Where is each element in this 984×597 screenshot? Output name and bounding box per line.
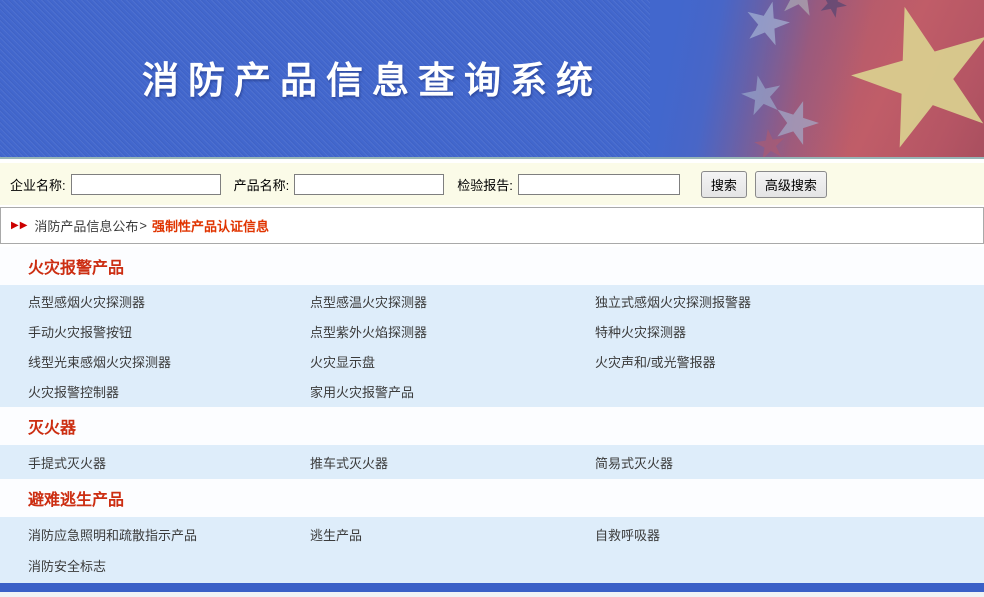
product-link[interactable]: 逃生产品 (310, 525, 362, 544)
product-link-row: 手提式灭火器 推车式灭火器 简易式灭火器 (0, 447, 984, 477)
inspection-report-field-group: 检验报告: (457, 174, 680, 195)
breadcrumb-root-link[interactable]: 消防产品信息公布 (34, 216, 138, 235)
breadcrumb: ▶▶ 消防产品信息公布 > 强制性产品认证信息 (0, 207, 984, 244)
product-link[interactable]: 点型紫外火焰探测器 (310, 322, 427, 341)
product-link[interactable]: 线型光束感烟火灾探测器 (28, 352, 171, 371)
product-name-field-group: 产品名称: (234, 174, 445, 195)
page-banner: 消防产品信息查询系统 (0, 0, 984, 157)
product-link-row: 手动火灾报警按钮 点型紫外火焰探测器 特种火灾探测器 (0, 316, 984, 346)
product-link[interactable]: 特种火灾探测器 (595, 322, 686, 341)
inspection-report-label: 检验报告: (457, 175, 513, 194)
breadcrumb-arrows-icon: ▶▶ (11, 220, 28, 231)
footer-bar (0, 583, 984, 592)
product-link[interactable]: 家用火灾报警产品 (310, 382, 414, 401)
product-link[interactable]: 点型感烟火灾探测器 (28, 292, 145, 311)
product-link-row: 点型感烟火灾探测器 点型感温火灾探测器 独立式感烟火灾探测报警器 (0, 286, 984, 316)
search-bar: 企业名称: 产品名称: 检验报告: 搜索 高级搜索 (0, 163, 984, 205)
product-link-row: 火灾报警控制器 家用火灾报警产品 (0, 376, 984, 406)
product-link[interactable]: 简易式灭火器 (595, 453, 673, 472)
section-heading: 火灾报警产品 (28, 254, 124, 278)
product-link[interactable]: 火灾报警控制器 (28, 382, 119, 401)
section-links-block: 消防应急照明和疏散指示产品 逃生产品 自救呼吸器消防安全标志 (0, 517, 984, 583)
product-categories: 火灾报警产品点型感烟火灾探测器 点型感温火灾探测器 独立式感烟火灾探测报警器手动火灾… (0, 247, 984, 583)
company-name-label: 企业名称: (10, 175, 66, 194)
inspection-report-input[interactable] (518, 174, 680, 195)
product-link[interactable]: 自救呼吸器 (595, 525, 660, 544)
breadcrumb-separator: > (139, 218, 147, 233)
advanced-search-button[interactable]: 高级搜索 (755, 171, 827, 198)
company-name-input[interactable] (71, 174, 221, 195)
section-heading-band: 火灾报警产品 (0, 247, 984, 285)
section-heading-band: 避难逃生产品 (0, 479, 984, 517)
product-name-label: 产品名称: (234, 175, 290, 194)
product-link-row: 消防安全标志 (0, 550, 984, 581)
product-link[interactable]: 火灾显示盘 (310, 352, 375, 371)
product-name-input[interactable] (294, 174, 444, 195)
product-link[interactable]: 推车式灭火器 (310, 453, 388, 472)
search-button[interactable]: 搜索 (701, 171, 747, 198)
section-links-block: 点型感烟火灾探测器 点型感温火灾探测器 独立式感烟火灾探测报警器手动火灾报警按钮 点型… (0, 285, 984, 407)
section-heading: 灭火器 (28, 414, 76, 438)
product-link[interactable]: 消防应急照明和疏散指示产品 (28, 525, 197, 544)
product-link[interactable]: 火灾声和/或光警报器 (595, 352, 716, 371)
product-link[interactable]: 手提式灭火器 (28, 453, 106, 472)
company-name-field-group: 企业名称: (10, 174, 221, 195)
section-heading-band: 灭火器 (0, 407, 984, 445)
section-links-block: 手提式灭火器 推车式灭火器 简易式灭火器 (0, 445, 984, 479)
product-link[interactable]: 消防安全标志 (28, 556, 106, 575)
product-link-row: 消防应急照明和疏散指示产品 逃生产品 自救呼吸器 (0, 519, 984, 550)
breadcrumb-current: 强制性产品认证信息 (152, 216, 269, 235)
product-link[interactable]: 手动火灾报警按钮 (28, 322, 132, 341)
section-heading: 避难逃生产品 (28, 486, 124, 510)
product-link[interactable]: 点型感温火灾探测器 (310, 292, 427, 311)
product-link-row: 线型光束感烟火灾探测器 火灾显示盘 火灾声和/或光警报器 (0, 346, 984, 376)
page-title: 消防产品信息查询系统 (0, 50, 744, 104)
product-link[interactable]: 独立式感烟火灾探测报警器 (595, 292, 751, 311)
